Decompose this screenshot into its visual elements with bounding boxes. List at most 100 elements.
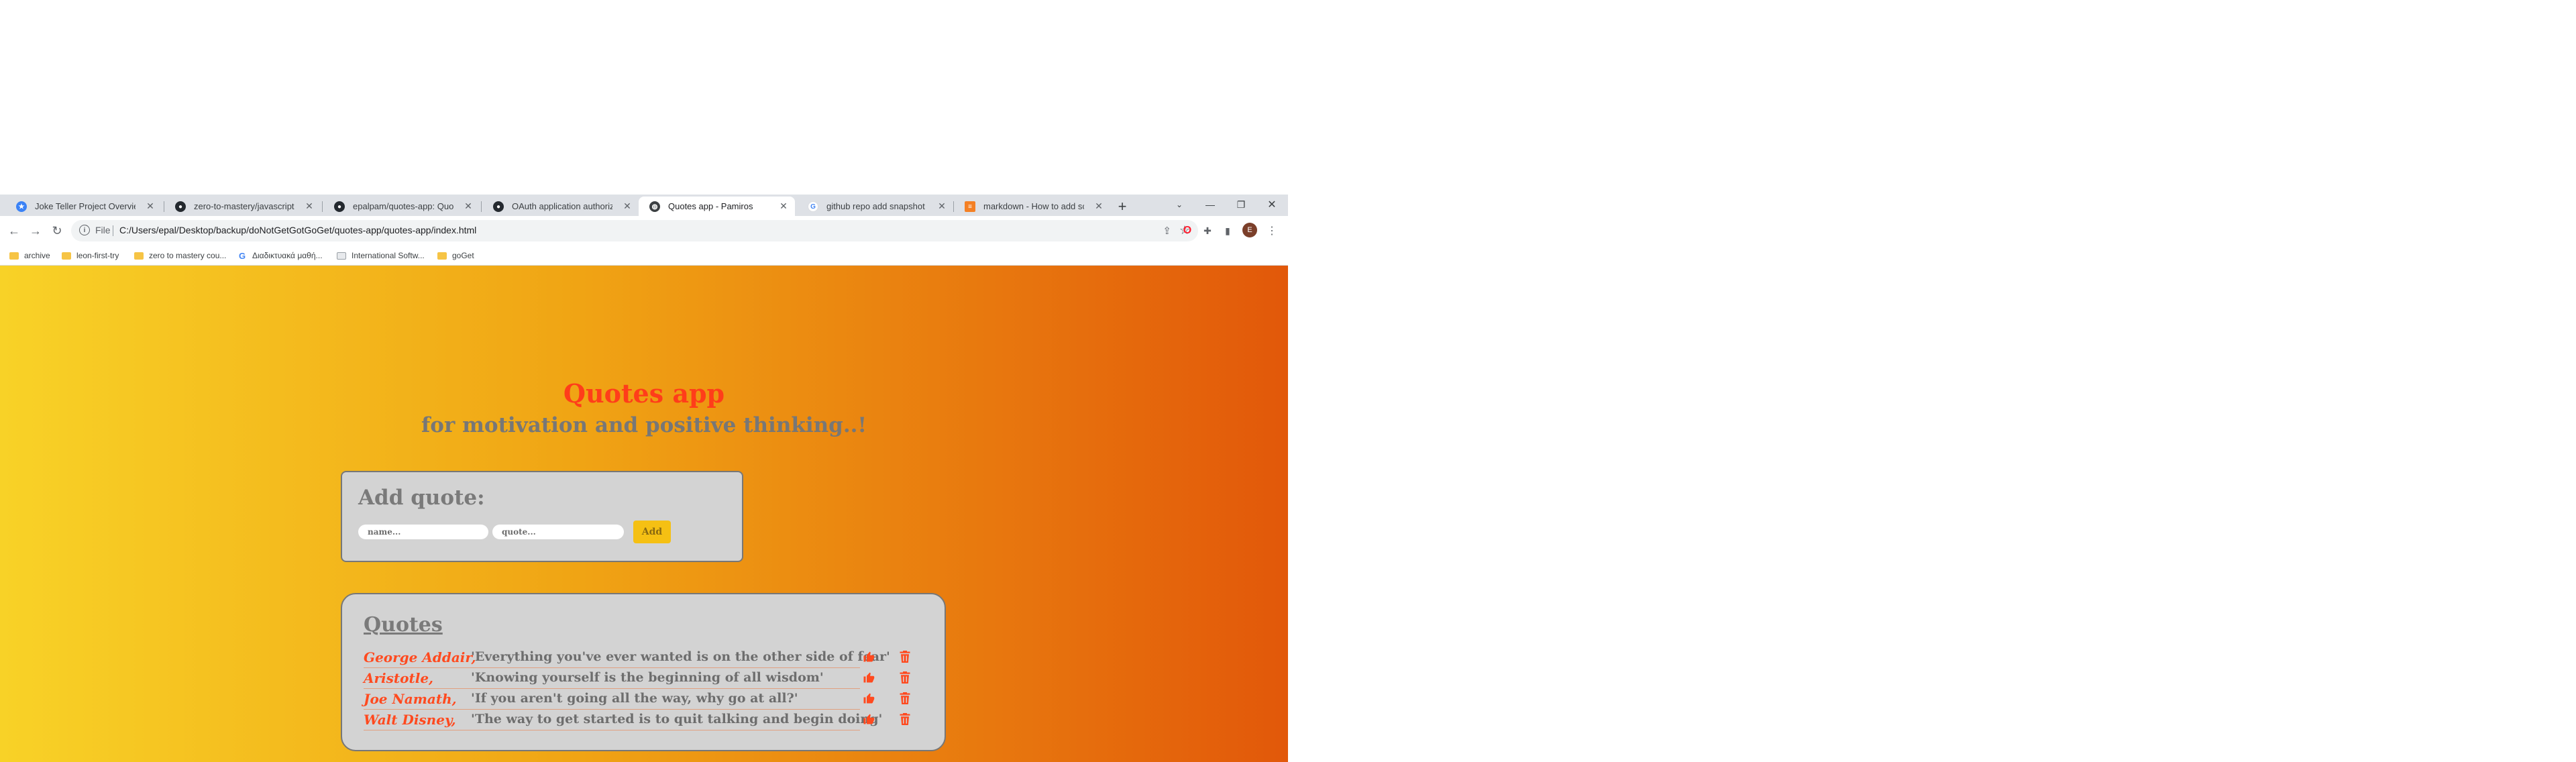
quote-row: Aristotle, 'Knowing yourself is the begi… xyxy=(364,669,860,689)
quotes-panel: Quotes George Addair, 'Everything you've… xyxy=(341,593,946,751)
tab-strip: ★ Joke Teller Project Overview | Ze ✕ ● … xyxy=(0,195,1288,216)
bookmarks-bar: archive leon-first-try zero to mastery c… xyxy=(0,246,1288,266)
quote-author: Walt Disney, xyxy=(364,712,456,728)
restore-icon[interactable]: ❐ xyxy=(1226,195,1256,215)
google-icon: G xyxy=(808,201,818,212)
bookmark-label: goGet xyxy=(452,251,474,260)
quote-text: 'Knowing yourself is the beginning of al… xyxy=(471,670,824,685)
trash-icon[interactable] xyxy=(896,669,914,686)
browser-window: ★ Joke Teller Project Overview | Ze ✕ ● … xyxy=(0,195,1288,762)
quote-author: Joe Namath, xyxy=(364,691,457,707)
google-icon: G xyxy=(238,250,246,261)
tab-search-icon[interactable]: ⌄ xyxy=(1164,195,1195,215)
joke-teller-favicon-icon: ★ xyxy=(16,201,27,212)
tab-stackoverflow[interactable]: ≡ markdown - How to add screen ✕ xyxy=(954,197,1110,216)
tab-quotes-repo[interactable]: ● epalpam/quotes-app: Quotes ap ✕ xyxy=(323,197,480,216)
address-scheme: File xyxy=(95,225,111,235)
thumbs-up-icon[interactable] xyxy=(860,669,877,686)
forward-icon[interactable]: → xyxy=(27,222,44,239)
quote-row: George Addair, 'Everything you've ever w… xyxy=(364,648,890,668)
add-button[interactable]: Add xyxy=(633,521,671,543)
tab-label: Joke Teller Project Overview | Ze xyxy=(35,201,136,211)
bookmark-leon-first-try[interactable]: leon-first-try xyxy=(62,250,119,262)
browser-toolbar: ← → ↻ i File C:/Users/epal/Desktop/backu… xyxy=(0,216,1288,246)
trash-icon[interactable] xyxy=(896,648,914,665)
tab-google-search[interactable]: G github repo add snapshot - Goo ✕ xyxy=(797,197,953,216)
quote-text: 'If you aren't going all the way, why go… xyxy=(471,691,798,706)
menu-icon[interactable]: ⋮ xyxy=(1264,223,1280,239)
folder-icon xyxy=(134,252,144,260)
tab-quotes-app[interactable]: ◍ Quotes app - Pamiros ✕ xyxy=(639,197,795,216)
tab-label: zero-to-mastery/javascript30-p xyxy=(194,201,294,211)
bookmark-label: zero to mastery cou... xyxy=(149,251,227,260)
close-tab-icon[interactable]: ✕ xyxy=(777,200,790,212)
close-tab-icon[interactable]: ✕ xyxy=(303,200,315,212)
trash-icon[interactable] xyxy=(896,710,914,728)
quote-row: Walt Disney, 'The way to get started is … xyxy=(364,710,883,730)
minimize-icon[interactable]: — xyxy=(1195,195,1226,215)
page-content: Quotes app for motivation and positive t… xyxy=(0,266,1288,762)
share-icon[interactable]: ⇪ xyxy=(1163,225,1171,237)
tab-label: Quotes app - Pamiros xyxy=(668,201,753,211)
bookmark-label: International Softw... xyxy=(352,251,425,260)
bookmark-archive[interactable]: archive xyxy=(9,250,50,262)
add-quote-panel: Add quote: Add xyxy=(341,471,743,562)
bookmark-label: leon-first-try xyxy=(76,251,119,260)
close-window-icon[interactable]: ✕ xyxy=(1256,195,1287,215)
github-icon: ● xyxy=(334,201,345,212)
extensions-icon[interactable]: ✚ xyxy=(1199,223,1216,239)
bookmark-google-courses[interactable]: G Διαδικτυακά μαθή... xyxy=(237,250,323,262)
new-tab-icon[interactable]: + xyxy=(1114,198,1130,215)
tab-label: OAuth application authorized xyxy=(512,201,612,211)
quote-text: 'Everything you've ever wanted is on the… xyxy=(471,649,890,664)
tab-oauth[interactable]: ● OAuth application authorized ✕ xyxy=(482,197,639,216)
name-input[interactable] xyxy=(358,525,488,539)
close-tab-icon[interactable]: ✕ xyxy=(1093,200,1105,212)
tab-joke-teller[interactable]: ★ Joke Teller Project Overview | Ze ✕ xyxy=(5,197,162,216)
thumbs-up-icon[interactable] xyxy=(860,648,877,665)
globe-icon: ◍ xyxy=(649,201,660,212)
close-tab-icon[interactable]: ✕ xyxy=(462,200,474,212)
close-tab-icon[interactable]: ✕ xyxy=(936,200,948,212)
tab-label: github repo add snapshot - Goo xyxy=(826,201,927,211)
close-tab-icon[interactable]: ✕ xyxy=(621,200,633,212)
folder-icon xyxy=(9,252,19,260)
bookmark-international-software[interactable]: International Softw... xyxy=(337,250,425,262)
github-icon: ● xyxy=(493,201,504,212)
quote-author: Aristotle, xyxy=(364,670,434,686)
bookmark-goget[interactable]: goGet xyxy=(437,250,474,262)
bookmark-label: archive xyxy=(24,251,50,260)
document-icon xyxy=(337,252,346,260)
quote-input[interactable] xyxy=(492,525,624,539)
tab-separator xyxy=(481,201,482,212)
profile-avatar[interactable]: E xyxy=(1242,223,1257,237)
quotes-heading: Quotes xyxy=(364,613,443,637)
address-bar[interactable]: i File C:/Users/epal/Desktop/backup/doNo… xyxy=(71,220,1198,241)
tab-javascript30[interactable]: ● zero-to-mastery/javascript30-p ✕ xyxy=(164,197,321,216)
page-subtitle: for motivation and positive thinking..! xyxy=(421,413,867,437)
quote-row: Joe Namath, 'If you aren't going all the… xyxy=(364,690,860,710)
quote-author: George Addair, xyxy=(364,649,476,665)
bookmark-label: Διαδικτυακά μαθή... xyxy=(252,251,323,260)
folder-icon xyxy=(437,252,447,260)
info-icon[interactable]: i xyxy=(79,225,90,235)
add-quote-heading: Add quote: xyxy=(358,486,485,510)
address-url[interactable]: C:/Users/epal/Desktop/backup/doNotGetGot… xyxy=(119,225,476,235)
bookmark-zero-to-mastery[interactable]: zero to mastery cou... xyxy=(134,250,226,262)
tab-label: markdown - How to add screen xyxy=(983,201,1084,211)
thumbs-up-icon[interactable] xyxy=(860,690,877,707)
back-icon[interactable]: ← xyxy=(5,222,23,239)
folder-icon xyxy=(62,252,71,260)
reload-icon[interactable]: ↻ xyxy=(48,222,66,239)
quote-text: 'The way to get started is to quit talki… xyxy=(471,712,883,726)
thumbs-up-icon[interactable] xyxy=(860,710,877,728)
trash-icon[interactable] xyxy=(896,690,914,707)
stackoverflow-icon: ≡ xyxy=(965,201,975,212)
tab-label: epalpam/quotes-app: Quotes ap xyxy=(353,201,453,211)
tab-separator xyxy=(322,201,323,212)
github-icon: ● xyxy=(175,201,186,212)
opera-extension-icon[interactable]: O xyxy=(1179,223,1195,239)
side-panel-icon[interactable]: ▮ xyxy=(1220,223,1236,239)
close-tab-icon[interactable]: ✕ xyxy=(144,200,156,212)
page-title: Quotes app xyxy=(563,378,725,409)
